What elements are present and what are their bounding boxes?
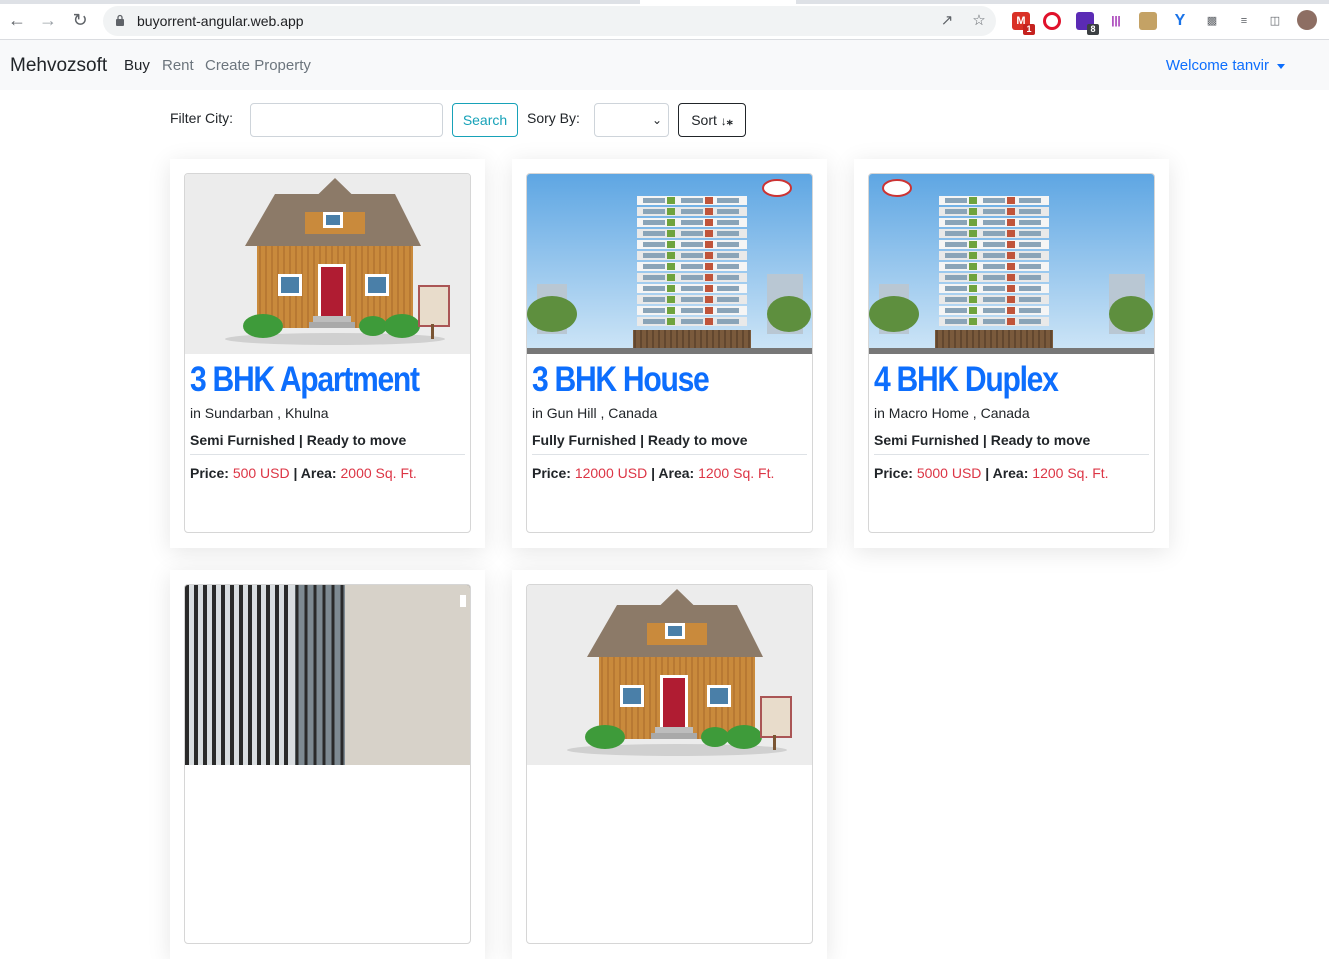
area-value: 2000 Sq. Ft.	[340, 465, 417, 481]
property-card[interactable]	[170, 570, 485, 959]
building-illustration	[527, 174, 812, 354]
area-label: | Area:	[651, 465, 695, 481]
price-value: 500 USD	[232, 465, 290, 481]
extension-badge: 1	[1023, 24, 1035, 35]
property-location: in Sundarban , Khulna	[190, 405, 329, 421]
price-value: 12000 USD	[574, 465, 648, 481]
extension-purple-icon[interactable]: 8	[1076, 12, 1099, 35]
property-price-area: Price: 5000 USD | Area: 1200 Sq. Ft.	[874, 465, 1109, 481]
library-icon[interactable]: |||	[1107, 12, 1125, 30]
price-label: Price:	[190, 465, 229, 481]
price-label: Price:	[532, 465, 571, 481]
property-card[interactable]	[512, 570, 827, 959]
property-card-inner: 3 BHK House in Gun Hill , Canada Fully F…	[526, 173, 813, 533]
area-label: | Area:	[985, 465, 1029, 481]
share-icon[interactable]: ↗	[939, 13, 955, 29]
extension-badge: 8	[1087, 24, 1099, 35]
property-card-inner: 4 BHK Duplex in Macro Home , Canada Semi…	[868, 173, 1155, 533]
filter-city-label: Filter City:	[170, 110, 233, 126]
property-title[interactable]: 4 BHK Duplex	[874, 360, 1059, 400]
area-value: 1200 Sq. Ft.	[1032, 465, 1109, 481]
tab-strip	[0, 0, 1329, 4]
profile-avatar[interactable]	[1297, 10, 1317, 30]
media-list-icon[interactable]: ≡	[1235, 12, 1253, 30]
property-furnishing: Fully Furnished | Ready to move	[532, 432, 748, 448]
chevron-down-icon: ⌄	[651, 113, 662, 127]
url-text: buyorrent-angular.web.app	[137, 13, 304, 29]
sort-alpha-icon: ↓⁎	[720, 114, 733, 128]
card-divider	[874, 454, 1149, 455]
house-illustration	[185, 174, 470, 354]
sort-button[interactable]: Sort ↓⁎	[678, 103, 746, 137]
user-menu-dropdown[interactable]: Welcome tanvir	[1166, 57, 1285, 74]
property-card[interactable]: 4 BHK Duplex in Macro Home , Canada Semi…	[854, 159, 1169, 548]
side-panel-icon[interactable]: ◫	[1266, 12, 1284, 30]
property-image[interactable]	[527, 585, 812, 765]
sort-by-label: Sory By:	[527, 110, 580, 126]
property-image[interactable]	[527, 174, 812, 354]
nav-link-rent[interactable]: Rent	[162, 57, 194, 74]
back-arrow-icon[interactable]: ←	[7, 10, 27, 30]
sort-button-label: Sort	[691, 112, 717, 128]
property-price-area: Price: 500 USD | Area: 2000 Sq. Ft.	[190, 465, 417, 481]
opera-icon[interactable]	[1043, 12, 1061, 30]
address-bar[interactable]: buyorrent-angular.web.app ↗ ☆	[103, 6, 996, 36]
welcome-text: Welcome tanvir	[1165, 57, 1269, 74]
house-illustration	[527, 585, 812, 765]
app-navbar: Mehvozsoft Buy Rent Create Property Welc…	[0, 40, 1329, 90]
area-value: 1200 Sq. Ft.	[698, 465, 775, 481]
property-furnishing: Semi Furnished | Ready to move	[874, 432, 1091, 448]
property-image[interactable]	[869, 174, 1154, 354]
property-card[interactable]: 3 BHK Apartment in Sundarban , Khulna Se…	[170, 159, 485, 548]
nav-link-create-property[interactable]: Create Property	[205, 57, 311, 74]
y-extension-icon[interactable]: Y	[1171, 12, 1189, 30]
gmail-icon[interactable]: M1	[1012, 12, 1035, 35]
card-divider	[190, 454, 465, 455]
property-price-area: Price: 12000 USD | Area: 1200 Sq. Ft.	[532, 465, 774, 481]
price-label: Price:	[874, 465, 913, 481]
card-divider	[532, 454, 807, 455]
property-location: in Gun Hill , Canada	[532, 405, 658, 421]
property-card-inner	[184, 584, 471, 944]
caret-down-icon	[1277, 63, 1285, 69]
price-value: 5000 USD	[916, 465, 982, 481]
forward-arrow-icon[interactable]: →	[38, 10, 58, 30]
browser-toolbar: ← → ↻ buyorrent-angular.web.app ↗ ☆ M 1 8 |…	[0, 0, 1329, 40]
property-card-inner: 3 BHK Apartment in Sundarban , Khulna Se…	[184, 173, 471, 533]
brand-logo-text[interactable]: Mehvozsoft	[10, 55, 107, 77]
property-furnishing: Semi Furnished | Ready to move	[190, 432, 407, 448]
property-image[interactable]	[185, 174, 470, 354]
building-illustration	[869, 174, 1154, 354]
lock-icon	[116, 14, 124, 26]
interior-photo	[185, 585, 470, 765]
puzzle-icon[interactable]: ▩	[1203, 12, 1221, 30]
property-image[interactable]	[185, 585, 470, 765]
area-label: | Area:	[293, 465, 337, 481]
bookmark-star-icon[interactable]: ☆	[971, 13, 987, 29]
search-button[interactable]: Search	[452, 103, 518, 137]
property-title[interactable]: 3 BHK Apartment	[190, 360, 420, 400]
property-location: in Macro Home , Canada	[874, 405, 1030, 421]
property-card[interactable]: 3 BHK House in Gun Hill , Canada Fully F…	[512, 159, 827, 548]
nav-link-buy[interactable]: Buy	[124, 57, 150, 74]
property-card-inner	[526, 584, 813, 944]
reload-icon[interactable]: ↻	[70, 10, 90, 30]
folder-face-icon[interactable]	[1139, 12, 1157, 30]
filter-city-input[interactable]	[250, 103, 443, 137]
property-title[interactable]: 3 BHK House	[532, 360, 710, 400]
sort-by-select[interactable]: ⌄	[594, 103, 669, 137]
